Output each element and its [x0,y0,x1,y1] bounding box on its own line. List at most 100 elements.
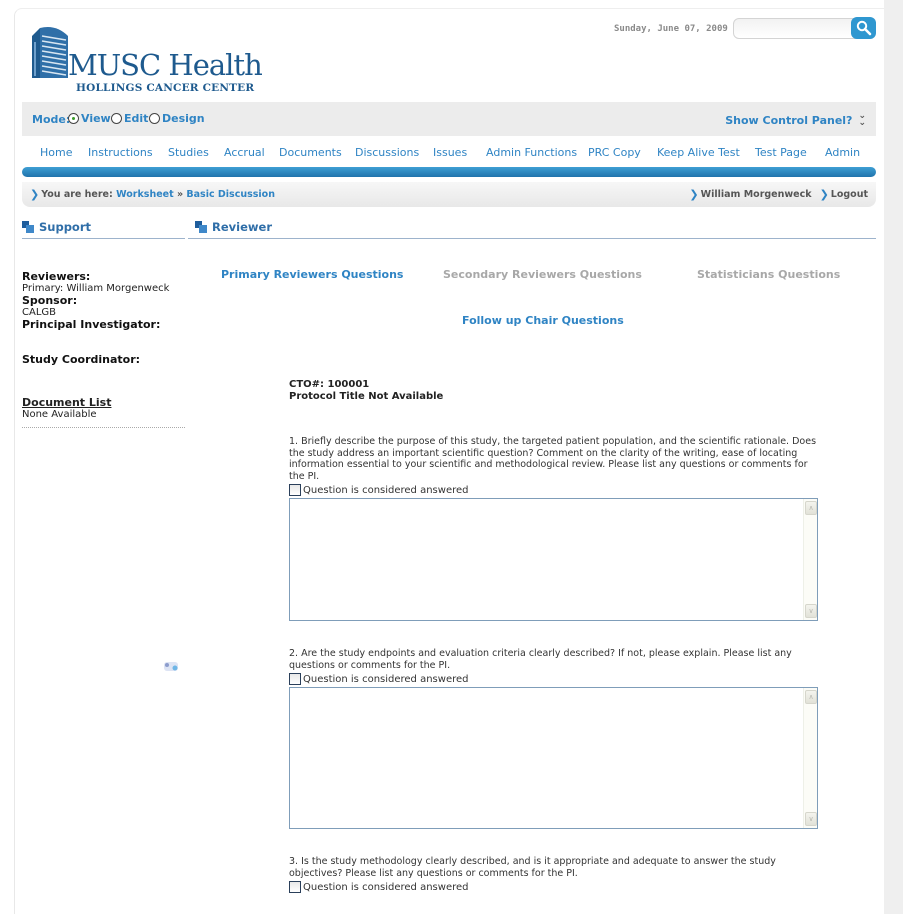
nav-studies[interactable]: Studies [168,146,209,159]
support-section-header: Support [22,215,185,239]
question-1: 1. Briefly describe the purpose of this … [289,436,819,621]
user-profile-link[interactable]: ❯ William Morgenweck [689,188,811,201]
tab-follow-up-chair-questions[interactable]: Follow up Chair Questions [462,314,624,327]
sponsor-label: Sponsor: [22,294,78,307]
breadcrumb-worksheet[interactable]: Worksheet [116,189,174,200]
brand-subtitle: HOLLINGS CANCER CENTER [76,82,255,94]
nav-keep-alive-test[interactable]: Keep Alive Test [657,146,740,159]
question-2-answer[interactable]: ∧ ∨ [289,687,818,829]
pi-label: Principal Investigator: [22,318,161,331]
nav-admin[interactable]: Admin [825,146,860,159]
reviewer-section-header: Reviewer [188,215,876,239]
sponsor-value: CALGB [22,307,57,318]
breadcrumb-basic-discussion[interactable]: Basic Discussion [186,189,275,200]
brand-name: MUSC Health [68,48,263,82]
protocol-title: Protocol Title Not Available [289,391,444,402]
building-logo-icon [32,27,68,78]
sidebar-divider [22,427,185,428]
mode-view-label: View [81,112,111,125]
nav-issues[interactable]: Issues [433,146,467,159]
questions-panel: CTO#: 100001 Protocol Title Not Availabl… [289,379,819,893]
nav-test-page[interactable]: Test Page [755,146,807,159]
nav-instructions[interactable]: Instructions [88,146,153,159]
scroll-up-icon[interactable]: ∧ [805,501,817,515]
question-1-answered-checkbox[interactable] [289,484,301,496]
question-3: 3. Is the study methodology clearly desc… [289,856,819,893]
question-1-answered[interactable]: Question is considered answered [289,484,819,496]
show-control-panel-link[interactable]: Show Control Panel? ⌄ ⌄ [725,111,866,128]
question-2-text: 2. Are the study endpoints and evaluatio… [289,648,792,671]
question-2-scrollbar[interactable]: ∧ ∨ [803,688,817,828]
scroll-up-icon[interactable]: ∧ [805,690,817,704]
search-input[interactable] [740,19,850,38]
window-right-margin [884,0,903,914]
pi-value [22,331,187,345]
cto-number: CTO#: 100001 [289,379,370,390]
scroll-down-icon[interactable]: ∨ [805,604,817,618]
answered-label: Question is considered answered [303,673,469,685]
mode-view-option[interactable]: View [68,112,111,125]
question-1-text: 1. Briefly describe the purpose of this … [289,436,817,482]
reviewer-title: Reviewer [212,219,272,234]
search-button[interactable] [851,17,876,39]
document-list-value: None Available [22,409,97,420]
chevron-right-icon: ❯ [30,188,40,201]
scroll-down-icon[interactable]: ∨ [805,812,817,826]
question-2-answer-input[interactable] [290,688,803,828]
nav-admin-functions[interactable]: Admin Functions [486,146,577,159]
question-1-scrollbar[interactable]: ∧ ∨ [803,499,817,620]
chevron-right-icon: ❯ [689,188,699,201]
logout-label: Logout [830,189,868,200]
nav-underline-bar [22,167,876,177]
question-2: 2. Are the study endpoints and evaluatio… [289,648,819,829]
question-3-text: 3. Is the study methodology clearly desc… [289,856,776,879]
show-control-panel-label: Show Control Panel? [725,113,853,127]
user-links: ❯ William Morgenweck ❯ Logout [689,188,868,201]
document-list-link[interactable]: Document List [22,396,187,409]
radio-design[interactable] [149,113,160,124]
breadcrumb-separator: » [176,189,184,200]
radio-view[interactable] [68,113,79,124]
breadcrumb-bar: ❯ You are here: Worksheet » Basic Discus… [22,182,876,207]
mode-bar: Mode: View Edit Design Show Control Pane… [22,102,876,136]
mode-design-option[interactable]: Design [149,112,205,125]
coordinator-label: Study Coordinator: [22,353,141,366]
tab-primary-reviewers-questions[interactable]: Primary Reviewers Questions [221,268,403,281]
main-nav: Home Instructions Studies Accrual Docume… [22,146,876,164]
question-3-answered[interactable]: Question is considered answered [289,881,819,893]
nav-documents[interactable]: Documents [279,146,342,159]
section-squares-icon [22,220,34,233]
chevron-right-icon: ❯ [819,188,829,201]
nav-home[interactable]: Home [40,146,72,159]
reviewers-label: Reviewers: [22,270,91,283]
musc-health-logo[interactable]: MUSC Health HOLLINGS CANCER CENTER [30,22,263,94]
question-2-answered[interactable]: Question is considered answered [289,673,819,685]
user-name: William Morgenweck [700,189,812,200]
answered-label: Question is considered answered [303,881,469,893]
mode-edit-option[interactable]: Edit [111,112,148,125]
tab-statisticians-questions[interactable]: Statisticians Questions [697,268,840,281]
section-squares-icon [195,220,207,233]
breadcrumb: ❯ You are here: Worksheet » Basic Discus… [30,188,275,201]
mode-label: Mode: [32,113,71,126]
small-image-icon [164,662,178,671]
question-1-answer-input[interactable] [290,499,803,620]
coordinator-value [22,366,187,388]
question-1-answer[interactable]: ∧ ∨ [289,498,818,621]
breadcrumb-prefix: You are here: [41,189,113,200]
study-info-sidebar: Reviewers: Primary: William Morgenweck S… [22,270,187,428]
answered-label: Question is considered answered [303,484,469,496]
mode-edit-label: Edit [124,112,149,125]
current-date: Sunday, June 07, 2009 [614,24,728,34]
nav-accrual[interactable]: Accrual [224,146,265,159]
reviewers-value: Primary: William Morgenweck [22,283,170,294]
nav-discussions[interactable]: Discussions [355,146,419,159]
tab-secondary-reviewers-questions[interactable]: Secondary Reviewers Questions [443,268,642,281]
question-3-answered-checkbox[interactable] [289,881,301,893]
nav-prc-copy[interactable]: PRC Copy [588,146,641,159]
double-chevron-down-icon: ⌄ ⌄ [858,111,866,128]
question-2-answered-checkbox[interactable] [289,673,301,685]
support-title: Support [39,219,92,234]
logout-link[interactable]: ❯ Logout [820,188,868,201]
radio-edit[interactable] [111,113,122,124]
